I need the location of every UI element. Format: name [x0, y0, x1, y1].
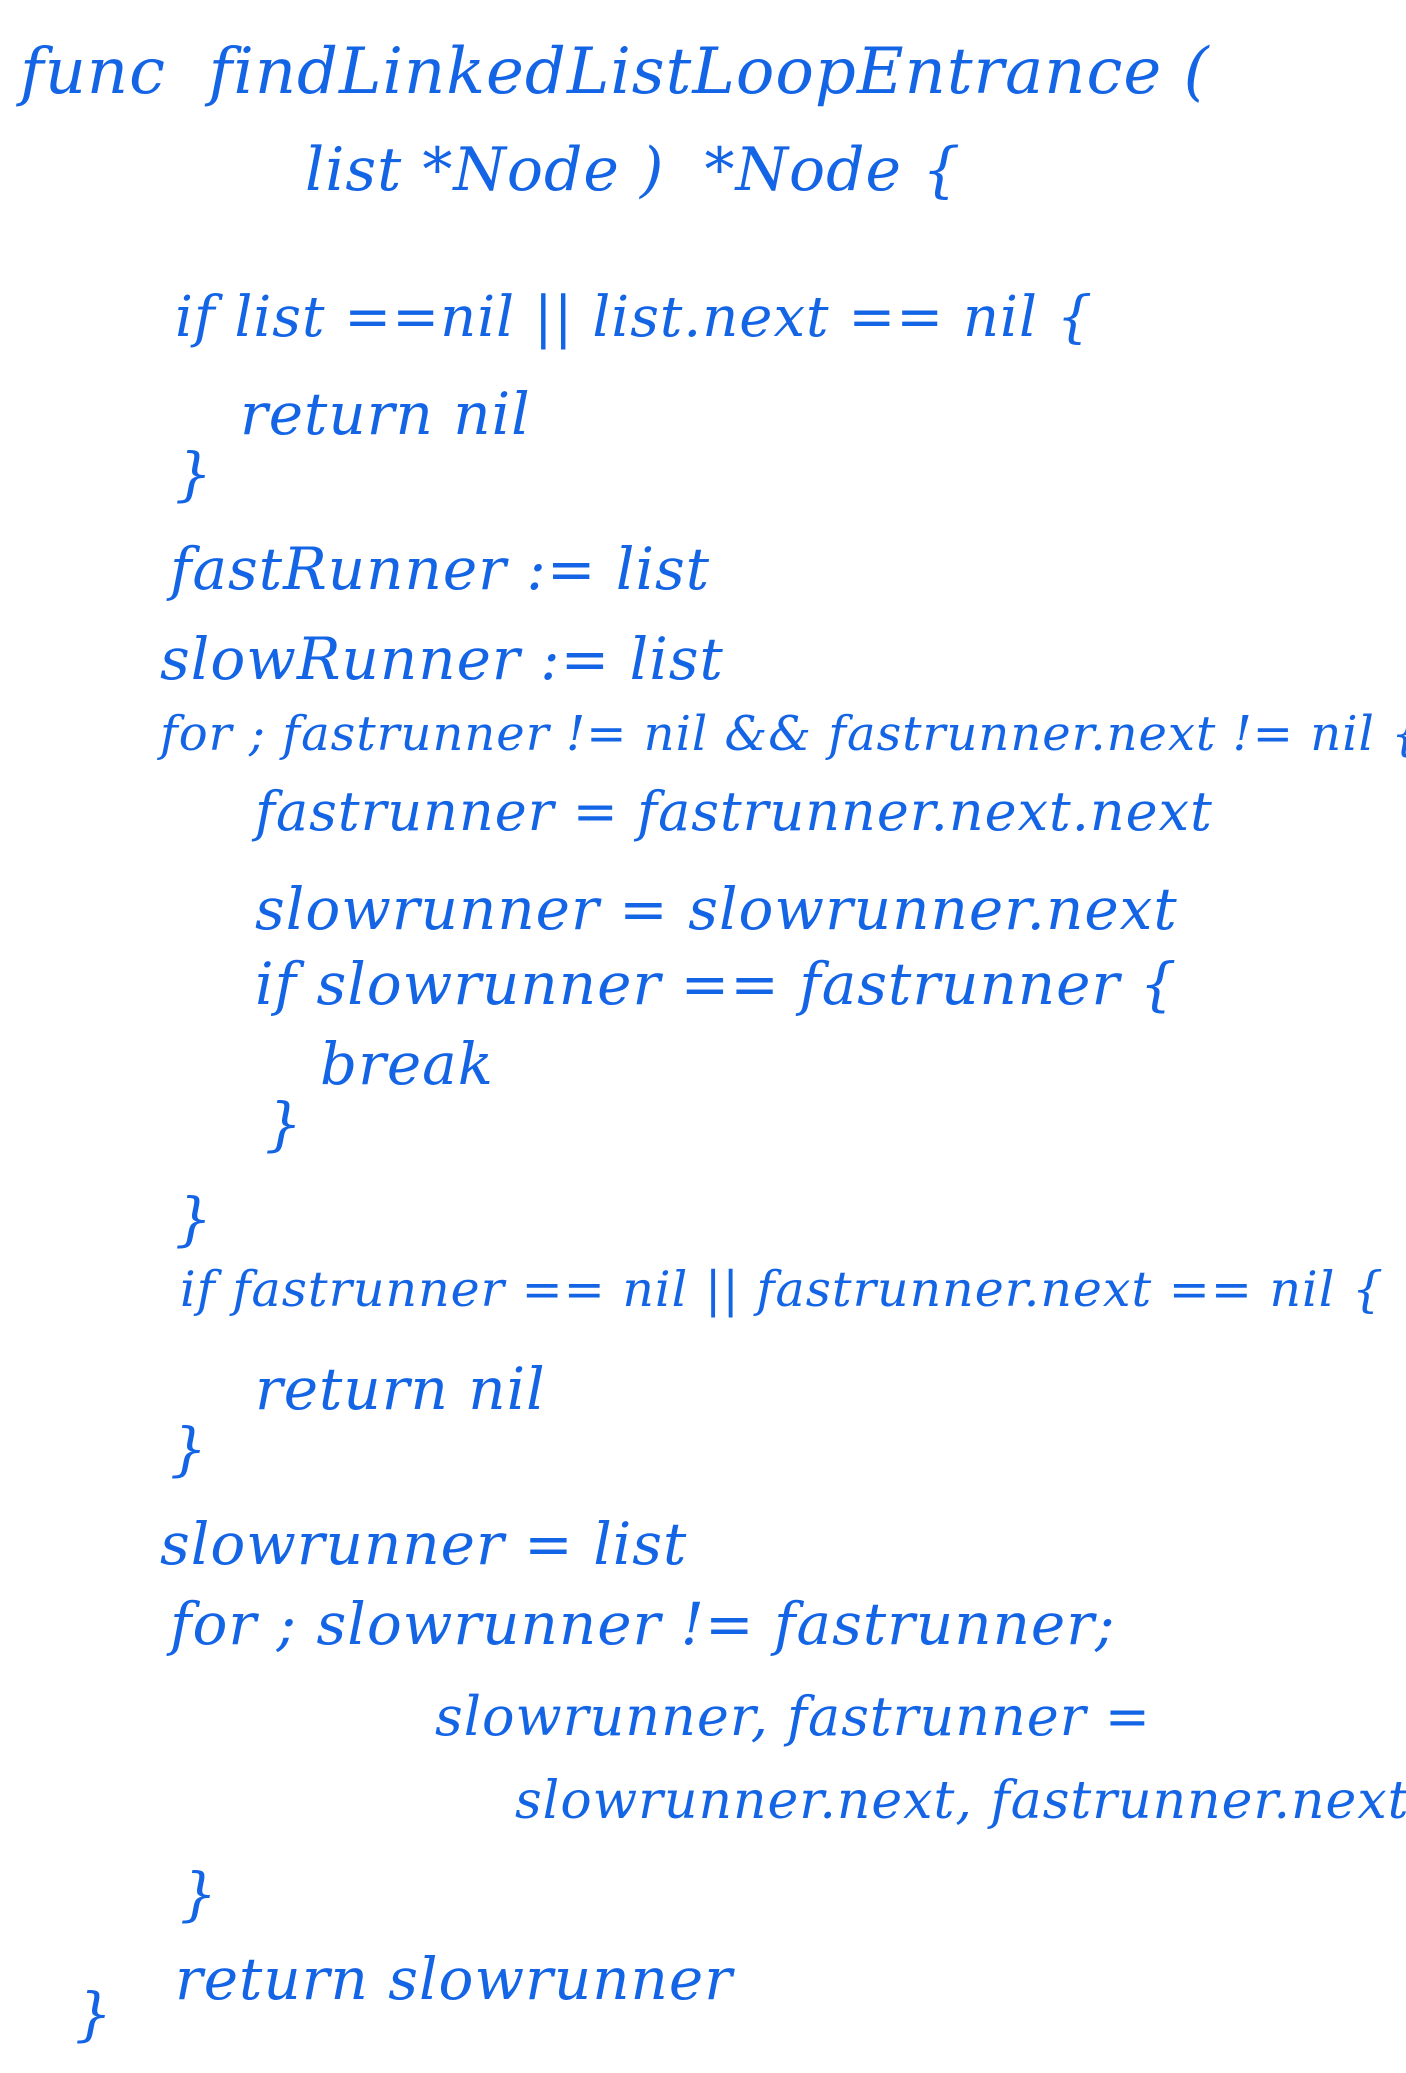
code-line-slow-runner-init: slowRunner := list — [160, 625, 724, 693]
code-line-return-nil-1: return nil — [240, 380, 531, 448]
code-line-return-nil-2: return nil — [255, 1355, 546, 1423]
code-line-close-brace-1: } — [175, 440, 213, 508]
code-line-close-brace-5: } — [180, 1860, 218, 1928]
code-line-if-nil: if list ==nil || list.next == nil { — [175, 285, 1094, 350]
code-line-if-equal: if slowrunner == fastrunner { — [255, 950, 1178, 1018]
code-line-fast-runner-init: fastRunner := list — [170, 535, 711, 603]
code-line-close-brace-2: } — [265, 1090, 303, 1158]
code-line-break: break — [320, 1030, 494, 1098]
code-line-return-slow: return slowrunner — [175, 1945, 733, 2013]
code-line-fast-advance: fastrunner = fastrunner.next.next — [255, 780, 1213, 843]
code-line-for-loop-1: for ; fastrunner != nil && fastrunner.ne… — [160, 706, 1406, 762]
code-line-slow-reset: slowrunner = list — [160, 1510, 688, 1578]
handwritten-code-canvas: func findLinkedListLoopEntrance ( list *… — [0, 0, 1406, 2073]
code-line-if-fast-nil: if fastrunner == nil || fastrunner.next … — [180, 1261, 1385, 1318]
code-line-params: list *Node ) *Node { — [305, 135, 962, 205]
code-line-close-brace-6: } — [75, 1980, 113, 2048]
code-line-for-loop-2: for ; slowrunner != fastrunner; — [170, 1590, 1116, 1658]
code-line-close-brace-4: } — [170, 1415, 208, 1483]
code-line-func-signature: func findLinkedListLoopEntrance ( — [20, 35, 1210, 109]
code-line-slow-advance: slowrunner = slowrunner.next — [255, 875, 1178, 943]
code-line-parallel-values: slowrunner.next, fastrunner.next { — [515, 1771, 1406, 1831]
code-line-close-brace-3: } — [175, 1185, 213, 1253]
code-line-parallel-assign: slowrunner, fastrunner = — [435, 1685, 1151, 1748]
